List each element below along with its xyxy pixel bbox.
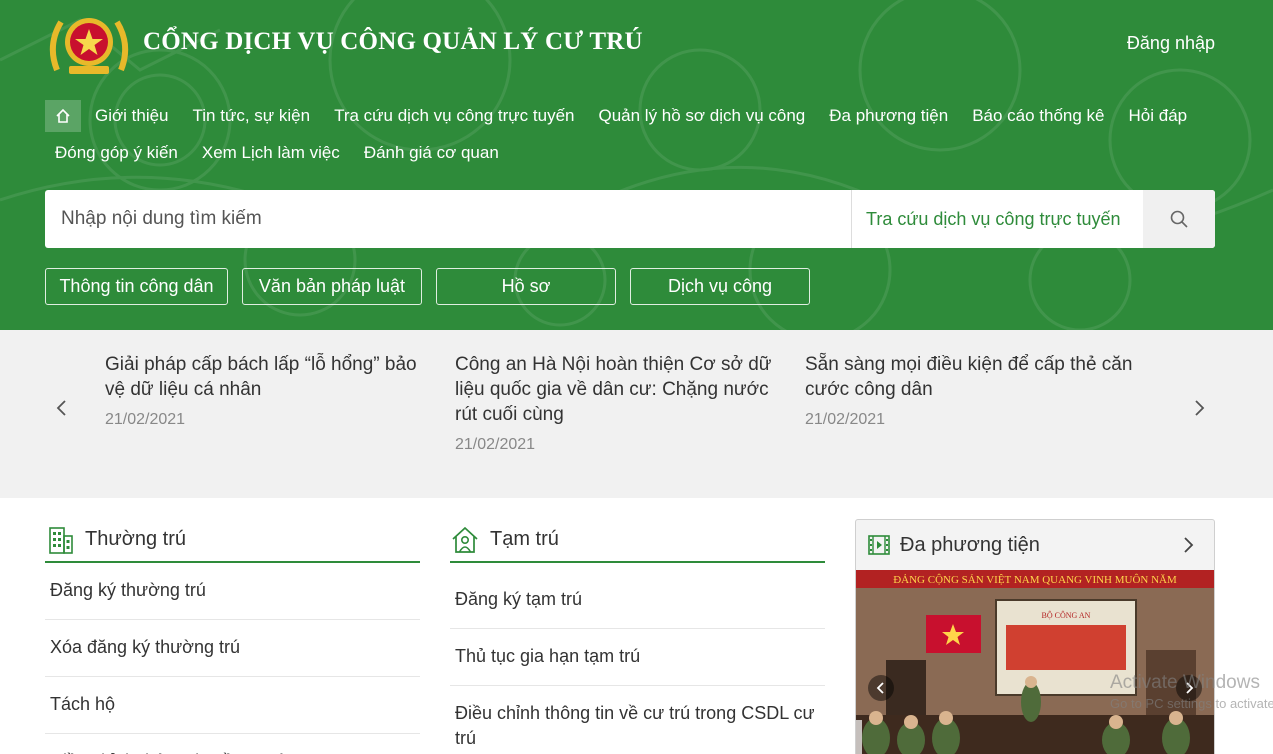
search-scope-select[interactable]: Tra cứu dịch vụ công trực tuyến — [852, 209, 1143, 230]
section-title: Tạm trú — [490, 528, 559, 550]
chevron-left-icon — [876, 682, 884, 694]
nav-item-bao-cao-thong-ke[interactable]: Báo cáo thống kê — [972, 106, 1104, 126]
thuong-tru-section: Thường trú Đăng ký thường trú Xóa đăng k… — [45, 518, 420, 754]
main-nav: Giới thiệu Tin tức, sự kiện Tra cứu dịch… — [45, 97, 1220, 171]
news-title[interactable]: Công an Hà Nội hoàn thiện Cơ sở dữ liệu … — [455, 352, 785, 427]
search-bar: Tra cứu dịch vụ công trực tuyến — [45, 190, 1215, 248]
news-carousel: Giải pháp cấp bách lấp “lỗ hổng” bảo vệ … — [0, 330, 1273, 498]
house-person-icon — [452, 526, 478, 553]
nav-item-tra-cuu-dvc[interactable]: Tra cứu dịch vụ công trực tuyến — [334, 106, 574, 126]
tam-tru-list: Đăng ký tạm trú Thủ tục gia hạn tạm trú … — [450, 563, 825, 754]
nav-row-1: Giới thiệu Tin tức, sự kiện Tra cứu dịch… — [45, 97, 1220, 134]
news-title[interactable]: Sẵn sàng mọi điều kiện để cấp thẻ căn cư… — [805, 352, 1135, 402]
news-next-button[interactable] — [1190, 395, 1210, 421]
quick-link-ho-so[interactable]: Hồ sơ — [436, 268, 616, 305]
banner-text: ĐẢNG CỘNG SẢN VIỆT NAM QUANG VINH MUÔN N… — [893, 574, 1177, 586]
police-emblem-logo[interactable] — [45, 10, 133, 78]
site-header: CỔNG DỊCH VỤ CÔNG QUẢN LÝ CƯ TRÚ Đăng nh… — [0, 0, 1273, 330]
list-item[interactable]: Điều chỉnh thông tin về cư trú trong CSD… — [450, 686, 825, 754]
news-title[interactable]: Giải pháp cấp bách lấp “lỗ hổng” bảo vệ … — [105, 352, 435, 402]
film-icon — [868, 535, 890, 555]
chevron-left-icon — [56, 400, 66, 416]
thuong-tru-list: Đăng ký thường trú Xóa đăng ký thường tr… — [45, 563, 420, 754]
list-item[interactable]: Đăng ký thường trú — [45, 563, 420, 620]
nav-item-gioi-thieu[interactable]: Giới thiệu — [95, 106, 169, 126]
list-item[interactable]: Đăng ký tạm trú — [450, 563, 825, 629]
news-item[interactable]: Giải pháp cấp bách lấp “lỗ hổng” bảo vệ … — [105, 352, 435, 429]
nav-item-quan-ly-ho-so[interactable]: Quản lý hồ sơ dịch vụ công — [598, 106, 805, 126]
list-item[interactable]: Tách hộ — [45, 677, 420, 734]
news-date: 21/02/2021 — [105, 411, 186, 428]
nav-home-button[interactable] — [45, 99, 81, 132]
list-item[interactable]: Điều chỉnh thông tin về cư trú trong CSD… — [45, 734, 420, 754]
section-title: Thường trú — [85, 528, 186, 550]
chevron-right-icon — [1184, 537, 1194, 553]
slide-title: BỘ CÔNG AN — [1042, 610, 1091, 620]
chevron-right-icon — [1186, 682, 1194, 694]
tam-tru-section: Tạm trú Đăng ký tạm trú Thủ tục gia hạn … — [450, 518, 825, 754]
login-link[interactable]: Đăng nhập — [1127, 33, 1215, 54]
nav-item-hoi-dap[interactable]: Hỏi đáp — [1129, 106, 1188, 126]
building-icon — [49, 526, 73, 554]
search-button[interactable] — [1143, 190, 1215, 248]
quick-links: Thông tin công dân Văn bản pháp luật Hồ … — [45, 268, 824, 305]
section-header: Thường trú — [45, 518, 420, 563]
list-item[interactable]: Xóa đăng ký thường trú — [45, 620, 420, 677]
quick-link-van-ban-phap-luat[interactable]: Văn bản pháp luật — [242, 268, 422, 305]
nav-row-2: Đóng góp ý kiến Xem Lịch làm việc Đánh g… — [45, 134, 1220, 171]
news-item[interactable]: Công an Hà Nội hoàn thiện Cơ sở dữ liệu … — [455, 352, 785, 454]
news-date: 21/02/2021 — [805, 411, 886, 428]
media-next-arrow[interactable] — [1176, 675, 1202, 701]
conference-photo[interactable]: ĐẢNG CỘNG SẢN VIỆT NAM QUANG VINH MUÔN N… — [856, 570, 1214, 754]
quick-link-thong-tin-cong-dan[interactable]: Thông tin công dân — [45, 268, 228, 305]
media-panel: Đa phương tiện ĐẢNG CỘNG SẢN VIỆT NAM QU… — [855, 519, 1215, 754]
news-item[interactable]: Sẵn sàng mọi điều kiện để cấp thẻ căn cư… — [805, 352, 1135, 429]
list-item[interactable]: Thủ tục gia hạn tạm trú — [450, 629, 825, 686]
media-header: Đa phương tiện — [856, 520, 1214, 570]
site-title: CỔNG DỊCH VỤ CÔNG QUẢN LÝ CƯ TRÚ — [143, 28, 643, 55]
section-header: Tạm trú — [450, 518, 825, 563]
search-icon — [1170, 210, 1188, 228]
nav-item-dong-gop-y-kien[interactable]: Đóng góp ý kiến — [55, 143, 178, 163]
chevron-right-icon — [1195, 400, 1205, 416]
home-icon — [56, 108, 70, 123]
nav-item-da-phuong-tien[interactable]: Đa phương tiện — [829, 106, 948, 126]
news-date: 21/02/2021 — [455, 436, 536, 453]
nav-item-danh-gia-co-quan[interactable]: Đánh giá cơ quan — [364, 143, 499, 163]
nav-item-tin-tuc[interactable]: Tin tức, sự kiện — [193, 106, 311, 126]
quick-link-dich-vu-cong[interactable]: Dịch vụ công — [630, 268, 810, 305]
media-title: Đa phương tiện — [900, 533, 1040, 556]
media-next-button[interactable] — [1174, 530, 1204, 560]
nav-item-lich-lam-viec[interactable]: Xem Lịch làm việc — [202, 143, 340, 163]
media-prev-arrow[interactable] — [868, 675, 894, 701]
search-input[interactable] — [45, 190, 851, 248]
news-prev-button[interactable] — [51, 395, 71, 421]
